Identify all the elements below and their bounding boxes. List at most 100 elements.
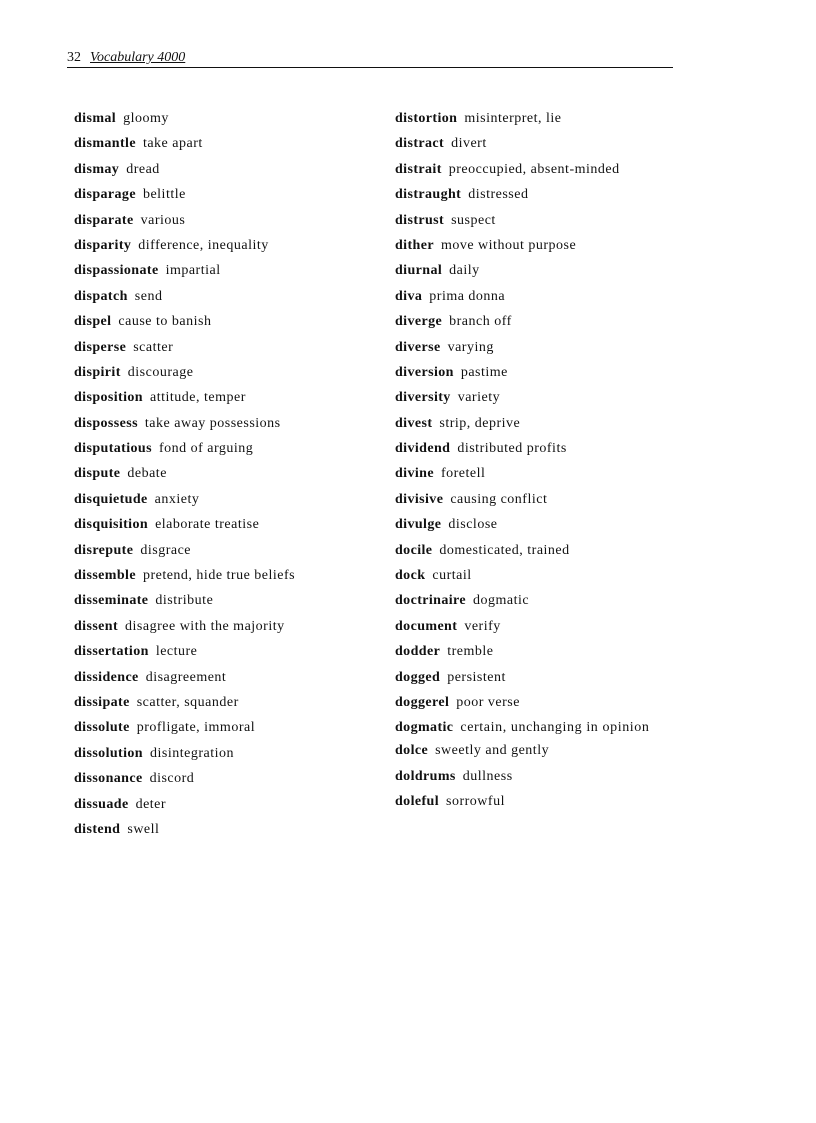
vocab-term: dissolute [74, 720, 130, 736]
vocab-definition: variety [457, 390, 501, 406]
vocab-definition: dread [126, 161, 160, 177]
vocab-entry: diversity variety [395, 390, 675, 405]
vocab-entry: dodder tremble [395, 644, 675, 659]
vocab-entry: diurnal daily [395, 263, 675, 278]
vocab-term: dissipate [74, 694, 130, 710]
vocab-term: dock [395, 568, 426, 584]
vocab-definition: anxiety [154, 491, 200, 507]
vocab-definition: suspect [451, 212, 496, 228]
vocab-term: distend [74, 821, 121, 837]
vocab-term: disquietude [74, 491, 148, 507]
vocab-term: doleful [395, 794, 440, 810]
vocab-term: dispel [74, 314, 112, 330]
page-header: 32 Vocabulary 4000 [67, 49, 673, 68]
vocab-definition: disagreement [145, 669, 227, 685]
vocab-term: distrust [395, 212, 445, 228]
vocab-term: docile [395, 542, 433, 558]
vocab-entry: dispassionate impartial [74, 263, 374, 278]
vocab-entry: dissolution disintegration [74, 746, 374, 761]
vocab-definition: lecture [155, 644, 198, 660]
vocab-term: distraught [395, 187, 462, 203]
vocab-term: diversion [395, 364, 454, 380]
vocab-entry: disrepute disgrace [74, 543, 374, 558]
vocab-entry: dissipate scatter, squander [74, 695, 374, 710]
vocab-term: dismantle [74, 136, 136, 152]
vocab-definition: various [140, 212, 186, 228]
vocab-term: doldrums [395, 768, 456, 784]
vocab-entry: distraught distressed [395, 187, 675, 202]
vocab-term: disrepute [74, 542, 134, 558]
vocab-entry: dogmatic certain, unchanging in opinion [395, 720, 675, 735]
vocab-entry: dissidence disagreement [74, 670, 374, 685]
vocab-entry: diverse varying [395, 340, 675, 355]
vocab-entry: docile domesticated, trained [395, 543, 675, 558]
vocab-definition: sorrowful [446, 794, 505, 810]
vocab-term: dither [395, 237, 434, 253]
vocab-term: dismay [74, 161, 120, 177]
vocab-entry: disparate various [74, 213, 374, 228]
vocab-term: dissemble [74, 568, 136, 584]
vocab-term: disparate [74, 212, 134, 228]
left-column: dismal gloomy dismantle take apart dismay dre… [74, 111, 374, 847]
vocab-definition: misinterpret, lie [464, 111, 562, 126]
vocab-term: dissonance [74, 771, 143, 787]
vocab-term: doctrinaire [395, 593, 467, 609]
vocab-term: dodder [395, 644, 441, 660]
vocab-entry: disquietude anxiety [74, 492, 374, 507]
vocab-definition: preoccupied, absent-minded [448, 161, 620, 177]
vocab-definition: tremble [447, 644, 494, 660]
vocab-entry: disperse scatter [74, 340, 374, 355]
vocab-term: divest [395, 415, 433, 431]
vocab-entry: dismal gloomy [74, 111, 374, 126]
vocab-definition: branch off [449, 314, 512, 330]
vocab-term: diversity [395, 390, 451, 406]
vocab-definition: disgrace [140, 542, 192, 558]
vocab-entry: distract divert [395, 136, 675, 151]
vocab-term: dissolution [74, 745, 143, 761]
vocab-definition: scatter [133, 339, 174, 355]
vocab-entry: dither move without purpose [395, 238, 675, 253]
vocab-entry: disseminate distribute [74, 593, 374, 608]
vocab-definition: causing conflict [450, 491, 548, 507]
vocab-definition: dogmatic [473, 593, 530, 609]
vocab-entry: dogged persistent [395, 670, 675, 685]
vocab-entry: dissuade deter [74, 797, 374, 812]
vocab-definition: foretell [440, 466, 486, 482]
vocab-definition: distributed profits [457, 441, 567, 457]
vocab-definition: verify [464, 618, 501, 634]
vocab-definition: domesticated, trained [439, 542, 570, 558]
page-number: 32 [67, 50, 81, 65]
vocab-entry: disparage belittle [74, 187, 374, 202]
vocab-term: dissidence [74, 669, 139, 685]
vocab-term: distortion [395, 111, 458, 126]
vocab-entry: dispel cause to banish [74, 314, 374, 329]
vocab-term: diverse [395, 339, 441, 355]
vocab-entry: dispatch send [74, 289, 374, 304]
vocab-definition: take apart [142, 136, 203, 152]
vocab-term: document [395, 618, 458, 634]
vocab-term: doggerel [395, 694, 450, 710]
vocab-entry: diversion pastime [395, 365, 675, 380]
vocab-definition: debate [127, 466, 167, 482]
vocab-definition: pastime [460, 364, 508, 380]
vocab-term: dismal [74, 111, 117, 126]
vocab-term: dogmatic [395, 720, 454, 736]
vocab-definition: poor verse [456, 694, 520, 710]
vocab-term: disparage [74, 187, 136, 203]
vocab-term: distract [395, 136, 445, 152]
vocab-definition: disintegration [150, 745, 234, 761]
vocab-entry: dispossess take away possessions [74, 416, 374, 431]
vocab-definition: profligate, immoral [136, 720, 256, 736]
vocab-entry: dissemble pretend, hide true beliefs [74, 568, 374, 583]
vocab-entry: dolce sweetly and gently [395, 743, 675, 758]
vocab-term: diva [395, 288, 423, 304]
vocab-entry: distrust suspect [395, 213, 675, 228]
vocab-definition: certain, unchanging in opinion [460, 720, 650, 736]
vocab-entry: dissolute profligate, immoral [74, 720, 374, 735]
vocab-definition: varying [447, 339, 494, 355]
vocab-entry: dissonance discord [74, 771, 374, 786]
vocab-definition: impartial [165, 263, 221, 279]
vocab-term: dissent [74, 618, 119, 634]
vocab-definition: sweetly and gently [435, 743, 550, 759]
vocab-term: diverge [395, 314, 443, 330]
